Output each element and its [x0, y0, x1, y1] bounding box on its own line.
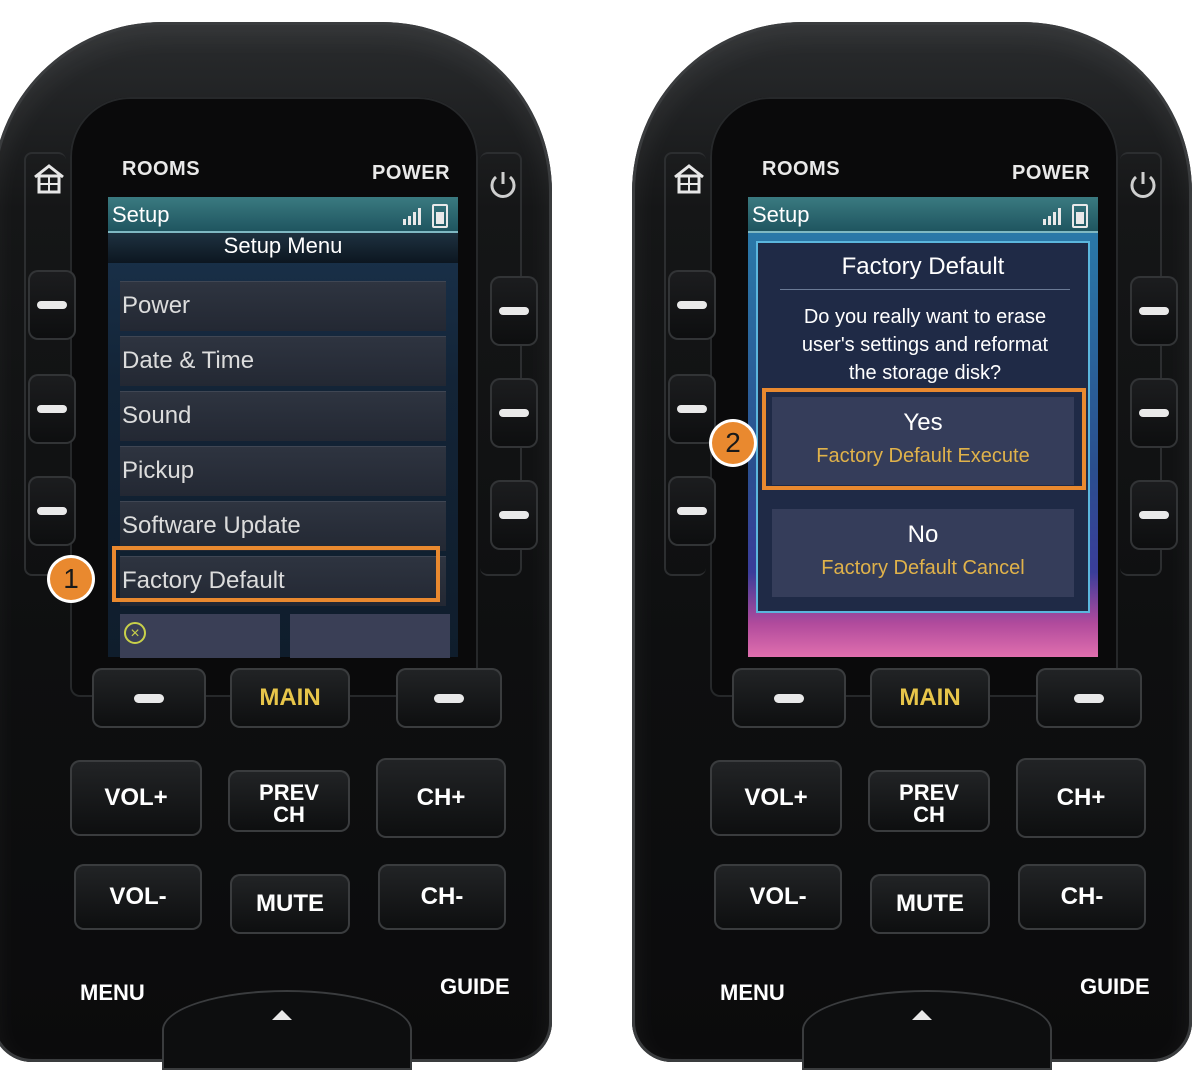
- prev-ch-line1: PREV: [899, 780, 959, 805]
- right-soft-button-3[interactable]: [490, 480, 538, 550]
- prev-ch-line1: PREV: [259, 780, 319, 805]
- prev-ch-line2: CH: [273, 802, 305, 827]
- up-arrow-icon[interactable]: [912, 1010, 932, 1020]
- step-badge-1: 1: [50, 558, 92, 600]
- battery-icon: [432, 204, 448, 228]
- menu-item-power[interactable]: Power: [120, 281, 446, 331]
- main-button[interactable]: MAIN: [230, 668, 350, 728]
- lower-right-soft-button[interactable]: [396, 668, 502, 728]
- status-title: Setup: [112, 202, 170, 227]
- no-sub-label: Factory Default Cancel: [821, 557, 1025, 579]
- no-button[interactable]: No Factory Default Cancel: [772, 509, 1074, 597]
- menu-item-sound[interactable]: Sound: [120, 391, 446, 441]
- up-arrow-icon[interactable]: [272, 1010, 292, 1020]
- bottom-tile-right[interactable]: [290, 614, 450, 658]
- mute-button[interactable]: MUTE: [230, 874, 350, 934]
- right-soft-button-2[interactable]: [1130, 378, 1178, 448]
- vol-down-button[interactable]: VOL-: [714, 864, 842, 930]
- factory-default-highlight: [112, 546, 440, 602]
- power-label: POWER: [1012, 162, 1091, 184]
- left-soft-button-1[interactable]: [28, 270, 76, 340]
- menu-button[interactable]: MENU: [80, 980, 145, 1006]
- dpad-ring[interactable]: [162, 990, 412, 1070]
- prev-ch-line2: CH: [913, 802, 945, 827]
- dpad-ring[interactable]: [802, 990, 1052, 1070]
- menu-button[interactable]: MENU: [720, 980, 785, 1006]
- main-button[interactable]: MAIN: [870, 668, 990, 728]
- dialog-title: Factory Default: [841, 253, 1005, 280]
- status-title: Setup: [752, 202, 810, 227]
- lower-right-soft-button[interactable]: [1036, 668, 1142, 728]
- house-icon[interactable]: [32, 162, 66, 196]
- left-soft-button-3[interactable]: [28, 476, 76, 546]
- left-soft-button-1[interactable]: [668, 270, 716, 340]
- vol-down-button[interactable]: VOL-: [74, 864, 202, 930]
- ch-up-button[interactable]: CH+: [1016, 758, 1146, 838]
- menu-title: Setup Menu: [108, 233, 458, 263]
- menu-item-date-time[interactable]: Date & Time: [120, 336, 446, 386]
- menu-item-pickup[interactable]: Pickup: [120, 446, 446, 496]
- status-bar: Setup: [748, 197, 1098, 233]
- dialog-divider: [780, 289, 1070, 290]
- dialog-message: Do you really want to erase user's setti…: [778, 303, 1072, 387]
- battery-icon: [1072, 204, 1088, 228]
- rooms-label: ROOMS: [122, 158, 201, 180]
- vol-up-button[interactable]: VOL+: [710, 760, 842, 836]
- power-icon[interactable]: [486, 167, 520, 201]
- power-icon[interactable]: [1126, 167, 1160, 201]
- signal-icon: [403, 208, 421, 225]
- step-badge-2: 2: [712, 422, 754, 464]
- rooms-label: ROOMS: [762, 158, 841, 180]
- right-soft-button-2[interactable]: [490, 378, 538, 448]
- lower-left-soft-button[interactable]: [92, 668, 206, 728]
- left-soft-button-3[interactable]: [668, 476, 716, 546]
- ch-up-button[interactable]: CH+: [376, 758, 506, 838]
- power-label: POWER: [372, 162, 451, 184]
- left-soft-button-2[interactable]: [668, 374, 716, 444]
- guide-button[interactable]: GUIDE: [1080, 974, 1150, 1000]
- vol-up-button[interactable]: VOL+: [70, 760, 202, 836]
- right-soft-button-1[interactable]: [490, 276, 538, 346]
- signal-icon: [1043, 208, 1061, 225]
- no-label: No: [907, 521, 939, 548]
- dialog-message-line2: user's settings and reformat: [801, 334, 1049, 356]
- right-soft-button-1[interactable]: [1130, 276, 1178, 346]
- ch-down-button[interactable]: CH-: [378, 864, 506, 930]
- dialog-message-line3: the storage disk?: [848, 362, 1002, 384]
- status-bar: Setup: [108, 197, 458, 233]
- yes-highlight: [762, 388, 1086, 490]
- guide-button[interactable]: GUIDE: [440, 974, 510, 1000]
- prev-ch-button[interactable]: PREV CH: [868, 770, 990, 832]
- left-soft-button-2[interactable]: [28, 374, 76, 444]
- mute-button[interactable]: MUTE: [870, 874, 990, 934]
- right-soft-button-3[interactable]: [1130, 480, 1178, 550]
- dialog-message-line1: Do you really want to erase: [803, 306, 1047, 328]
- cancel-icon[interactable]: ×: [124, 622, 146, 644]
- lower-left-soft-button[interactable]: [732, 668, 846, 728]
- menu-item-software-update[interactable]: Software Update: [120, 501, 446, 551]
- prev-ch-button[interactable]: PREV CH: [228, 770, 350, 832]
- ch-down-button[interactable]: CH-: [1018, 864, 1146, 930]
- house-icon[interactable]: [672, 162, 706, 196]
